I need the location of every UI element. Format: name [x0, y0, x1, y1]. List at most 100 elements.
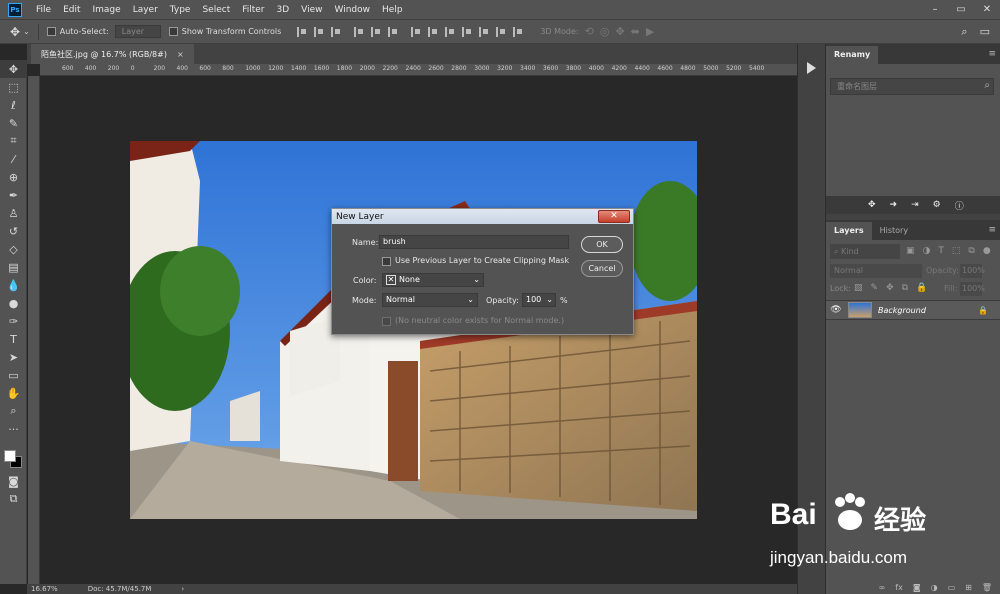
chevron-down-icon[interactable]: ⌄: [23, 27, 30, 36]
align-hcenter-icon[interactable]: [371, 26, 381, 37]
hand-tool-icon[interactable]: ✋: [0, 384, 27, 402]
close-tab-icon[interactable]: ×: [177, 50, 184, 59]
menu-image[interactable]: Image: [87, 5, 127, 15]
menu-file[interactable]: File: [30, 5, 57, 15]
menu-filter[interactable]: Filter: [236, 5, 270, 15]
lock-pixels-icon[interactable]: ▨: [854, 283, 863, 293]
color-swatches[interactable]: [0, 438, 26, 472]
clipping-mask-checkbox[interactable]: [382, 257, 391, 266]
lock-artboard-icon[interactable]: ⧉: [902, 283, 908, 293]
link-layers-icon[interactable]: ∞: [879, 583, 886, 592]
pen-tool-icon[interactable]: ✑: [0, 312, 27, 330]
align-vcenter-icon[interactable]: [314, 26, 324, 37]
maximize-button[interactable]: ▭: [948, 4, 974, 15]
filter-shape-icon[interactable]: ⬚: [952, 246, 961, 256]
quick-select-tool-icon[interactable]: ✎: [0, 114, 27, 132]
rename-input[interactable]: 重命名图层: [830, 78, 994, 95]
clone-stamp-tool-icon[interactable]: ♙: [0, 204, 27, 222]
distribute-top-icon[interactable]: [411, 26, 421, 37]
align-top-icon[interactable]: [297, 26, 307, 37]
move-tool-icon[interactable]: ✥: [10, 25, 20, 39]
filter-smart-icon[interactable]: ⧉: [968, 246, 974, 256]
path-select-tool-icon[interactable]: ➤: [0, 348, 27, 366]
distribute-vcenter-icon[interactable]: [428, 26, 438, 37]
dodge-tool-icon[interactable]: ●: [0, 294, 27, 312]
close-window-button[interactable]: ✕: [974, 4, 1000, 15]
more-tools-icon[interactable]: ···: [0, 420, 27, 438]
menu-view[interactable]: View: [295, 5, 328, 15]
tab-history[interactable]: History: [872, 222, 916, 240]
gradient-tool-icon[interactable]: ▤: [0, 258, 27, 276]
layer-row-background[interactable]: 👁 Background 🔒: [826, 300, 1000, 320]
marquee-tool-icon[interactable]: ⬚: [0, 78, 27, 96]
distribute-hcenter-icon[interactable]: [479, 26, 489, 37]
renamy-export-icon[interactable]: ⇥: [911, 200, 919, 210]
crop-tool-icon[interactable]: ⌗: [0, 132, 27, 150]
cancel-button[interactable]: Cancel: [581, 260, 623, 277]
blend-mode-dropdown[interactable]: Normal: [830, 264, 922, 278]
3d-orbit-icon[interactable]: ⟲: [585, 25, 594, 38]
zoom-tool-icon[interactable]: ⌕: [0, 402, 27, 420]
mode-dropdown[interactable]: Normal ⌄: [382, 293, 478, 307]
lock-all-icon[interactable]: 🔒: [916, 283, 927, 293]
screen-mode-icon[interactable]: ⧉: [0, 490, 27, 508]
color-dropdown[interactable]: ✕ None ⌄: [382, 273, 484, 287]
kind-filter[interactable]: ⌕ Kind: [830, 244, 900, 259]
align-right-icon[interactable]: [388, 26, 398, 37]
3d-pan-icon[interactable]: ✥: [615, 25, 624, 38]
align-left-icon[interactable]: [354, 26, 364, 37]
layer-name[interactable]: Background: [878, 306, 926, 315]
show-transform-checkbox[interactable]: [168, 27, 178, 36]
eraser-tool-icon[interactable]: ◇: [0, 240, 27, 258]
filter-type-icon[interactable]: T: [938, 246, 944, 256]
move-tool-icon[interactable]: ✥: [0, 60, 27, 78]
blur-tool-icon[interactable]: 💧: [0, 276, 27, 294]
menu-window[interactable]: Window: [329, 5, 377, 15]
ok-button[interactable]: OK: [581, 236, 623, 253]
fill-field[interactable]: 100%: [960, 282, 985, 296]
menu-layer[interactable]: Layer: [127, 5, 164, 15]
align-bottom-icon[interactable]: [331, 26, 341, 37]
lock-position-icon[interactable]: ✥: [886, 283, 894, 293]
search-icon[interactable]: ⌕: [984, 80, 990, 91]
new-group-icon[interactable]: ▭: [948, 583, 956, 592]
new-layer-icon[interactable]: ⊞: [965, 583, 972, 592]
neutral-color-checkbox[interactable]: [382, 317, 391, 326]
quick-mask-icon[interactable]: ◙: [0, 472, 27, 490]
distribute-right-icon[interactable]: [496, 26, 506, 37]
auto-align-icon[interactable]: [513, 26, 523, 37]
brush-tool-icon[interactable]: ✒: [0, 186, 27, 204]
menu-edit[interactable]: Edit: [57, 5, 86, 15]
rectangle-tool-icon[interactable]: ▭: [0, 366, 27, 384]
minimize-button[interactable]: –: [922, 4, 948, 15]
lock-brush-icon[interactable]: ✎: [871, 283, 879, 293]
history-brush-tool-icon[interactable]: ↺: [0, 222, 27, 240]
opacity-input[interactable]: 100 ⌄: [522, 293, 556, 307]
opacity-field[interactable]: 100%: [960, 264, 985, 278]
layer-name-input[interactable]: brush: [379, 235, 569, 249]
menu-select[interactable]: Select: [196, 5, 236, 15]
status-menu-arrow[interactable]: ›: [181, 585, 184, 593]
menu-3d[interactable]: 3D: [271, 5, 296, 15]
renamy-apply-icon[interactable]: ➜: [890, 200, 898, 210]
adjustment-layer-icon[interactable]: ◑: [931, 583, 938, 592]
eyedropper-tool-icon[interactable]: ⁄: [0, 150, 27, 168]
tab-renamy[interactable]: Renamy: [826, 46, 879, 64]
workspace-icon[interactable]: ▭: [980, 25, 990, 38]
foreground-color-swatch[interactable]: [4, 450, 16, 462]
menu-help[interactable]: Help: [376, 5, 409, 15]
panel-menu-icon[interactable]: ≡: [988, 49, 996, 59]
distribute-bottom-icon[interactable]: [445, 26, 455, 37]
3d-slide-icon[interactable]: ⬌: [631, 25, 640, 38]
layer-style-icon[interactable]: fx: [895, 583, 903, 592]
document-tab[interactable]: 陌鱼社区.jpg @ 16.7% (RGB/8#) ×: [31, 44, 194, 64]
renamy-info-icon[interactable]: ⓘ: [955, 199, 964, 212]
lasso-tool-icon[interactable]: ℓ: [0, 96, 27, 114]
eye-icon[interactable]: 👁: [826, 305, 846, 315]
3d-scale-icon[interactable]: ▶: [646, 25, 654, 38]
play-icon[interactable]: [807, 62, 816, 74]
filter-toggle-icon[interactable]: ●: [983, 246, 991, 256]
auto-select-target-dropdown[interactable]: Layer: [114, 25, 161, 38]
filter-pixel-icon[interactable]: ▣: [906, 246, 915, 256]
delete-layer-icon[interactable]: 🗑: [982, 583, 992, 592]
